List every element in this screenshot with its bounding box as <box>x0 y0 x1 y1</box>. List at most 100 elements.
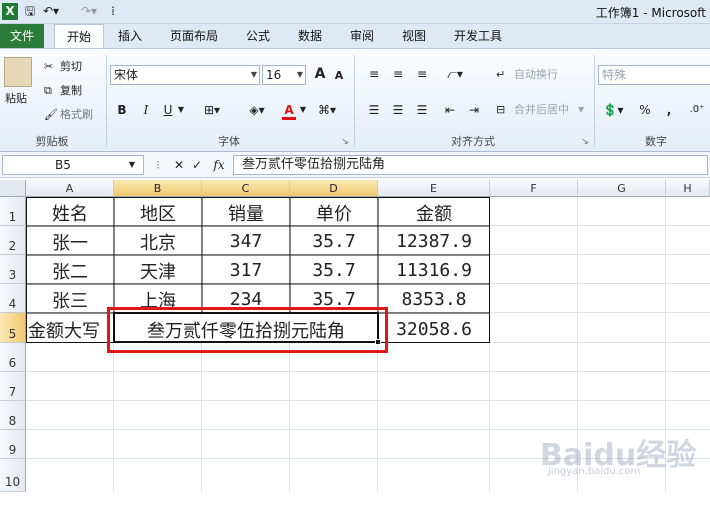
cell-e5[interactable]: 32058.6 <box>378 319 490 340</box>
tab-developer[interactable]: 开发工具 <box>446 24 510 48</box>
align-right-icon[interactable]: ☰ <box>414 101 430 119</box>
row-header-7[interactable]: 7 <box>0 372 26 401</box>
number-format-combo[interactable]: 特殊 <box>598 65 710 85</box>
tab-file[interactable]: 文件 <box>0 24 44 48</box>
cell-d1[interactable]: 单价 <box>290 200 378 226</box>
column-header-f[interactable]: F <box>490 180 578 197</box>
excel-logo-icon[interactable]: X <box>2 3 18 20</box>
paste-icon[interactable] <box>4 57 32 87</box>
tab-formulas[interactable]: 公式 <box>236 24 280 48</box>
underline-button[interactable]: U <box>160 101 176 119</box>
copy-button[interactable]: 复制 <box>60 83 82 99</box>
tab-review[interactable]: 审阅 <box>340 24 384 48</box>
cell-d3[interactable]: 35.7 <box>290 260 378 281</box>
column-header-a[interactable]: A <box>26 180 114 197</box>
column-header-g[interactable]: G <box>578 180 666 197</box>
more-icon[interactable]: ⁝ <box>152 156 164 174</box>
name-box[interactable]: B5 <box>2 155 144 175</box>
align-top-icon[interactable]: ≡ <box>366 65 382 83</box>
column-header-b[interactable]: B <box>114 180 202 197</box>
chevron-down-icon[interactable]: ▼ <box>126 156 138 174</box>
font-size-combo[interactable]: 16 ▼ <box>262 65 306 85</box>
orientation-icon[interactable]: ⦧▾ <box>442 65 468 83</box>
phonetic-icon[interactable]: ⌘▾ <box>314 101 340 119</box>
tab-view[interactable]: 视图 <box>392 24 436 48</box>
wrap-text-icon[interactable]: ↵ <box>496 67 505 83</box>
align-middle-icon[interactable]: ≡ <box>390 65 406 83</box>
row-header-10[interactable]: 10 <box>0 459 26 492</box>
cut-icon[interactable]: ✂ <box>44 59 53 75</box>
tab-insert[interactable]: 插入 <box>108 24 152 48</box>
decrease-indent-icon[interactable]: ⇤ <box>442 101 458 119</box>
grow-font-icon[interactable]: A <box>312 65 328 83</box>
insert-function-icon[interactable]: fx <box>210 156 228 174</box>
fill-color-icon[interactable]: ◈▾ <box>246 101 268 119</box>
undo-icon[interactable]: ↶▾ <box>42 3 60 20</box>
dialog-launcher-icon[interactable]: ↘ <box>340 133 350 151</box>
copy-icon[interactable]: ⧉ <box>44 83 52 99</box>
cancel-icon[interactable]: ✕ <box>172 156 186 174</box>
cell-c2[interactable]: 347 <box>202 231 290 252</box>
select-all-corner[interactable] <box>0 180 26 197</box>
increase-indent-icon[interactable]: ⇥ <box>466 101 482 119</box>
column-header-c[interactable]: C <box>202 180 290 197</box>
tab-data[interactable]: 数据 <box>288 24 332 48</box>
cell-a5[interactable]: 金额大写 <box>26 317 114 343</box>
row-header-1[interactable]: 1 <box>0 197 26 226</box>
wrap-text-button[interactable]: 自动换行 <box>514 67 558 83</box>
borders-icon[interactable]: ⊞▾ <box>202 101 222 119</box>
column-header-e[interactable]: E <box>378 180 490 197</box>
cell-e4[interactable]: 8353.8 <box>378 289 490 310</box>
currency-icon[interactable]: 💲▾ <box>600 101 626 119</box>
format-painter-button[interactable]: 格式刷 <box>60 107 93 123</box>
bold-button[interactable]: B <box>114 101 130 119</box>
merge-icon[interactable]: ⊟ <box>496 102 505 118</box>
cut-button[interactable]: 剪切 <box>60 59 82 75</box>
formula-input[interactable]: 叁万贰仟零伍拾捌元陆角 <box>233 155 708 175</box>
cell-b3[interactable]: 天津 <box>114 258 202 284</box>
customize-toolbar-icon[interactable]: ⁞ <box>108 3 118 20</box>
cell-e1[interactable]: 金额 <box>378 200 490 226</box>
merge-center-button[interactable]: 合并后居中 <box>514 102 569 118</box>
percent-button[interactable]: % <box>638 101 652 119</box>
enter-check-icon[interactable]: ✓ <box>190 156 204 174</box>
row-header-4[interactable]: 4 <box>0 284 26 313</box>
italic-button[interactable]: I <box>138 101 154 119</box>
paste-button[interactable]: 粘贴 <box>5 91 27 107</box>
tab-home[interactable]: 开始 <box>54 24 104 49</box>
redo-icon[interactable]: ↷▾ <box>80 3 98 20</box>
save-icon[interactable]: 🖫 <box>22 3 38 20</box>
cell-e2[interactable]: 12387.9 <box>378 231 490 252</box>
increase-decimal-icon[interactable]: .0⁺ <box>686 101 708 119</box>
row-header-5[interactable]: 5 <box>0 313 26 343</box>
cell-c3[interactable]: 317 <box>202 260 290 281</box>
column-header-d[interactable]: D <box>290 180 378 197</box>
cell-a4[interactable]: 张三 <box>26 287 114 313</box>
row-header-2[interactable]: 2 <box>0 226 26 255</box>
tab-page-layout[interactable]: 页面布局 <box>162 24 226 48</box>
row-header-9[interactable]: 9 <box>0 430 26 459</box>
font-name-combo[interactable]: 宋体 ▼ <box>110 65 260 85</box>
cell-d2[interactable]: 35.7 <box>290 231 378 252</box>
align-bottom-icon[interactable]: ≡ <box>414 65 430 83</box>
chevron-down-icon[interactable]: ▼ <box>176 101 186 119</box>
row-header-8[interactable]: 8 <box>0 401 26 430</box>
row-header-3[interactable]: 3 <box>0 255 26 284</box>
cell-a3[interactable]: 张二 <box>26 258 114 284</box>
align-center-icon[interactable]: ☰ <box>390 101 406 119</box>
chevron-down-icon[interactable]: ▼ <box>578 102 584 118</box>
comma-button[interactable]: , <box>664 101 674 119</box>
cell-b2[interactable]: 北京 <box>114 229 202 255</box>
chevron-down-icon[interactable]: ▼ <box>298 101 308 119</box>
cell-c1[interactable]: 销量 <box>202 200 290 226</box>
cell-b1[interactable]: 地区 <box>114 200 202 226</box>
cell-a2[interactable]: 张一 <box>26 229 114 255</box>
format-painter-icon[interactable]: 🖌 <box>44 107 58 123</box>
font-color-icon[interactable]: A <box>282 101 296 120</box>
cell-a1[interactable]: 姓名 <box>26 200 114 226</box>
row-header-6[interactable]: 6 <box>0 343 26 372</box>
column-header-h[interactable]: H <box>666 180 710 197</box>
shrink-font-icon[interactable]: A <box>332 67 346 85</box>
cell-e3[interactable]: 11316.9 <box>378 260 490 281</box>
align-left-icon[interactable]: ☰ <box>366 101 382 119</box>
